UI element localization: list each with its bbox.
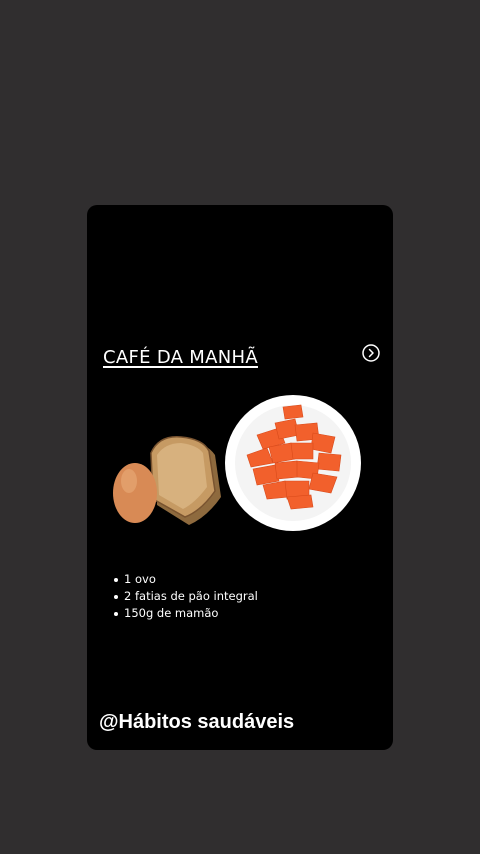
breakfast-image	[87, 393, 393, 543]
papaya-plate-image	[225, 395, 361, 531]
story-card: CAFÉ DA MANHÃ 1 ovo 2 fatias de pão inte…	[87, 205, 393, 750]
next-button[interactable]	[362, 344, 380, 362]
chevron-right-circle-icon	[362, 344, 380, 362]
page-title: CAFÉ DA MANHÃ	[103, 347, 258, 368]
bread-image	[150, 436, 221, 525]
egg-image	[113, 463, 157, 523]
profile-handle[interactable]: @Hábitos saudáveis	[99, 711, 294, 734]
list-item: 2 fatias de pão integral	[113, 588, 258, 605]
list-item: 150g de mamão	[113, 605, 258, 622]
ingredients-list: 1 ovo 2 fatias de pão integral 150g de m…	[113, 571, 258, 622]
list-item: 1 ovo	[113, 571, 258, 588]
